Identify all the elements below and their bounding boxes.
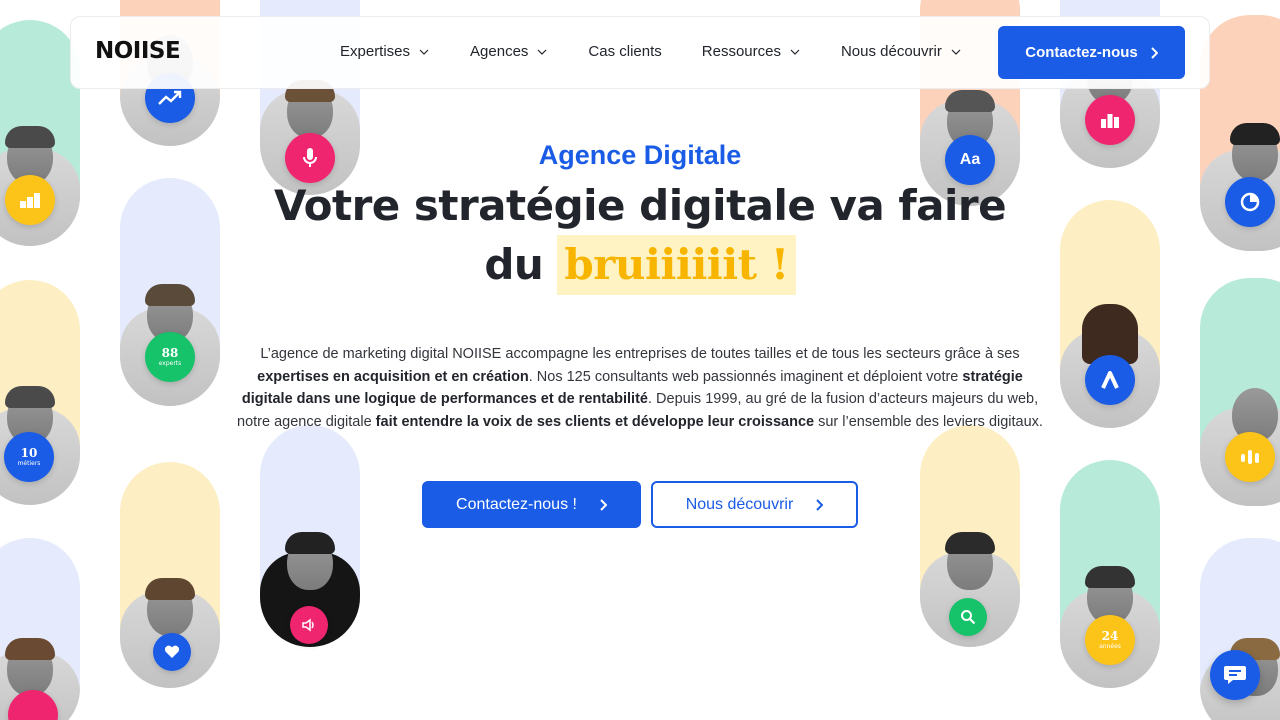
contact-button[interactable]: Contactez-nous <box>998 26 1185 79</box>
contact-us-button[interactable]: Contactez-nous ! <box>422 481 641 528</box>
desc-text: sur l’ensemble des leviers digitaux. <box>814 413 1043 430</box>
analytics-badge-icon <box>1085 355 1135 405</box>
hero-title-line1: Votre stratégie digitale va faire <box>273 181 1007 230</box>
nav-item-nous-decouvrir[interactable]: Nous découvrir <box>841 43 962 60</box>
hero-eyebrow: Agence Digitale <box>538 140 742 170</box>
desc-text: L’agence de marketing digital NOIISE acc… <box>260 346 1020 362</box>
chevron-down-icon <box>419 49 429 55</box>
nav-item-expertises[interactable]: Expertises <box>340 43 430 60</box>
nav-item-cas-clients[interactable]: Cas clients <box>588 43 661 60</box>
nav-label: Cas clients <box>588 43 662 60</box>
hero-title-prefix: du <box>484 240 544 289</box>
experts-badge: 88 experts <box>145 332 195 382</box>
levels-badge-icon <box>1225 432 1275 482</box>
chevron-down-icon <box>951 49 961 55</box>
chevron-right-icon <box>816 498 824 511</box>
discover-button[interactable]: Nous découvrir <box>651 481 858 528</box>
desc-bold: fait entendre la voix de ses clients et … <box>375 413 815 430</box>
contact-us-label: Contactez-nous ! <box>456 495 577 513</box>
speaker-badge-icon <box>290 606 328 644</box>
main-nav: Expertises Agences Cas clients Ressource… <box>340 43 1002 60</box>
hero-description: L’agence de marketing digital NOIISE acc… <box>236 343 1044 433</box>
chevron-down-icon <box>790 49 800 55</box>
hero-section: Agence Digitale Votre stratégie digitale… <box>230 140 1050 528</box>
nav-item-ressources[interactable]: Ressources <box>702 43 801 60</box>
nav-label: Nous découvrir <box>840 43 942 60</box>
chat-icon <box>1224 666 1246 684</box>
desc-bold: expertises en acquisition et en création <box>257 368 529 385</box>
nav-item-agences[interactable]: Agences <box>470 43 548 60</box>
hero-title: Votre stratégie digitale va faire du bru… <box>230 177 1050 295</box>
heart-badge-icon <box>153 633 191 671</box>
chevron-right-icon <box>1151 46 1158 59</box>
nav-label: Agences <box>470 43 529 60</box>
discover-label: Nous découvrir <box>685 495 794 513</box>
hero-title-highlight: bruiiiiiit ! <box>557 235 796 295</box>
metiers-badge: 10 métiers <box>4 432 54 482</box>
bar-chart-badge-icon <box>1085 95 1135 145</box>
site-header: NOIISE Expertises Agences Cas clients Re… <box>70 16 1210 89</box>
logo[interactable]: NOIISE <box>95 38 181 64</box>
chart-bars-badge-icon <box>5 175 55 225</box>
pie-chart-badge-icon <box>1225 177 1275 227</box>
desc-text: . Nos 125 consultants web passionnés ima… <box>528 368 963 385</box>
annees-badge: 24 années <box>1085 615 1135 665</box>
search-badge-icon <box>949 598 987 636</box>
chevron-right-icon <box>600 498 607 511</box>
hero-ctas: Contactez-nous ! Nous découvrir <box>230 481 1050 528</box>
chevron-down-icon <box>537 49 547 55</box>
chat-button[interactable] <box>1210 650 1260 700</box>
nav-label: Ressources <box>701 43 781 60</box>
contact-button-label: Contactez-nous <box>1025 44 1138 61</box>
nav-label: Expertises <box>340 43 411 60</box>
